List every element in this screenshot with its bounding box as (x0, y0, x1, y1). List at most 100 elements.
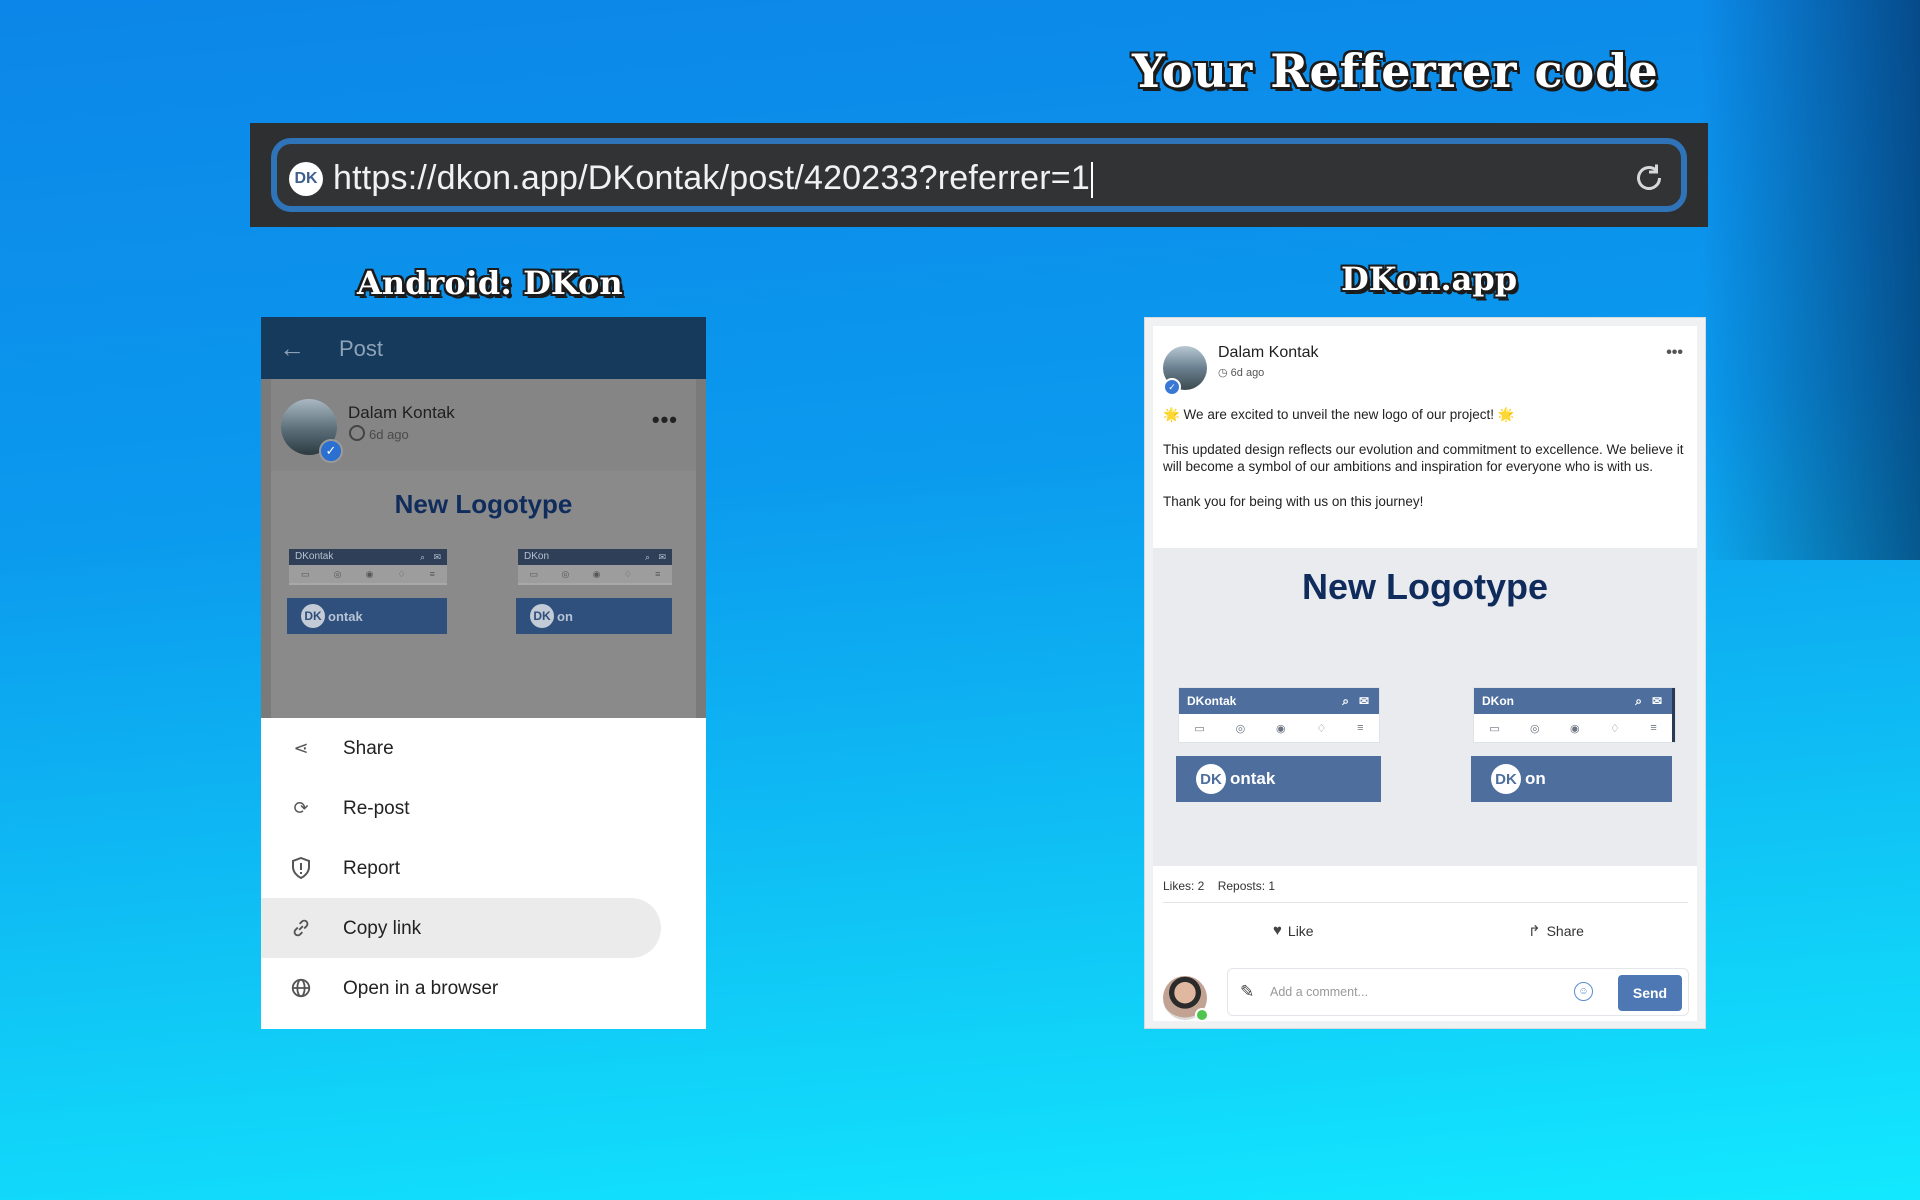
search-icon: ⌕ (419, 552, 425, 562)
brand-suffix: on (1525, 769, 1546, 788)
mini-app-preview-dkon: DKon ⌕ ✉ ▭ ◎ ◉ ♢ ≡ (518, 549, 672, 585)
brand-logo-dkon: DK on (516, 598, 672, 634)
mini-app-preview-dkon: DKon ⌕ ✉ ▭ ◎ ◉ ♢ ≡ (1474, 688, 1675, 742)
send-button[interactable]: Send (1618, 975, 1682, 1011)
search-icon: ⌕ (644, 552, 650, 562)
arrow-left-icon[interactable]: ← (279, 333, 305, 364)
post-text: 🌟 We are excited to unveil the new logo … (1163, 406, 1688, 527)
brand-logo-dkon: DK on (1471, 756, 1672, 802)
web-screenshot: ✓ Dalam Kontak ◷ 6d ago ••• 🌟 We are exc… (1144, 317, 1706, 1029)
android-screenshot: ← Post ✓ Dalam Kontak 6d ago ••• New Log… (261, 317, 706, 1029)
like-label: Like (1287, 922, 1314, 939)
dk-badge-icon: DK (530, 604, 554, 628)
report-shield-icon (289, 856, 313, 880)
likes-count: Likes: 2 (1163, 879, 1205, 893)
mail-icon: ✉ (433, 552, 441, 562)
mini-app-bar: DKon ⌕ ✉ (518, 549, 672, 565)
like-button[interactable]: ♥ Like (1273, 922, 1314, 939)
post-paragraph: This updated design reflects our evoluti… (1163, 441, 1684, 475)
android-app-bar: ← Post (261, 317, 706, 379)
divider (1163, 902, 1688, 903)
post-time: ◷ 6d ago (1218, 366, 1264, 379)
referrer-code-heading: Your Refferrer code (1132, 44, 1659, 98)
verified-check-icon: ✓ (1163, 378, 1181, 396)
browser-address-bar-area: DK https://dkon.app/DKontak/post/420233?… (250, 123, 1708, 227)
menu-item-share[interactable]: ⋖ Share (261, 718, 706, 778)
mini-app-bar: DKon ⌕ ✉ (1474, 688, 1672, 714)
brand-logo-dkontak: DK ontak (287, 598, 447, 634)
web-heading: DKon.app (1341, 260, 1518, 298)
brand-logo-dkontak: DK ontak (1176, 756, 1381, 802)
brand-suffix: on (557, 608, 573, 624)
mini-app-bar-label: DKon (524, 551, 550, 562)
menu-item-copy-link[interactable]: Copy link (261, 898, 661, 958)
author-name[interactable]: Dalam Kontak (1218, 344, 1319, 362)
post-card: ✓ Dalam Kontak ◷ 6d ago ••• 🌟 We are exc… (1153, 326, 1697, 1022)
reposts-count: Reposts: 1 (1217, 879, 1276, 893)
search-icon: ⌕ (1635, 694, 1642, 708)
mail-icon: ✉ (1358, 694, 1369, 708)
repost-icon: ⟳ (293, 797, 309, 818)
reload-icon[interactable] (1631, 160, 1667, 196)
mini-app-bar-label: DKontak (295, 551, 334, 562)
background-shade (1700, 0, 1920, 560)
brand-suffix: ontak (328, 608, 363, 624)
verified-check-icon: ✓ (319, 439, 343, 463)
dk-badge-icon: DK (1491, 764, 1521, 794)
share-label: Share (1546, 923, 1584, 939)
post-time: 6d ago (369, 427, 409, 442)
share-icon: ⋖ (293, 737, 309, 758)
heart-icon: ♥ (1273, 922, 1282, 939)
more-options-icon[interactable]: ••• (1666, 344, 1683, 362)
mail-icon: ✉ (1651, 694, 1662, 708)
pencil-icon: ✎ (1240, 982, 1255, 1001)
clock-icon: ◷ (1218, 367, 1231, 379)
post-image-title: New Logotype (394, 489, 573, 519)
post-header: ✓ Dalam Kontak 6d ago ••• (271, 379, 696, 471)
online-status-dot (1195, 1008, 1209, 1022)
menu-item-label: Share (343, 738, 394, 759)
globe-icon (289, 976, 313, 1000)
menu-item-repost[interactable]: ⟳ Re-post (261, 778, 706, 838)
post-time-text: 6d ago (1230, 367, 1265, 379)
post-image-title: New Logotype (1301, 566, 1548, 607)
site-logo-icon: DK (289, 162, 323, 196)
mini-tab-row: ▭ ◎ ◉ ♢ ≡ (1179, 714, 1379, 742)
post-stats: Likes: 2 Reposts: 1 (1163, 879, 1285, 893)
menu-item-label: Report (343, 858, 401, 879)
search-icon: ⌕ (1342, 694, 1349, 708)
mini-app-preview-dkontak: DKontak ⌕ ✉ ▭ ◎ ◉ ♢ ≡ (1179, 688, 1379, 742)
menu-item-report[interactable]: Report (261, 838, 706, 898)
share-button[interactable]: ↱ Share (1528, 922, 1584, 940)
dk-badge-icon: DK (1196, 764, 1226, 794)
menu-item-open-browser[interactable]: Open in a browser (261, 958, 706, 1018)
mini-app-bar-label: DKontak (1187, 694, 1237, 708)
comment-field[interactable]: ✎ Add a comment... ☺ Send (1227, 968, 1689, 1016)
mini-tab-row: ▭ ◎ ◉ ♢ ≡ (1474, 714, 1672, 742)
author-name[interactable]: Dalam Kontak (348, 403, 455, 423)
post-image[interactable]: New Logotype DKontak ⌕ ✉ ▭ ◎ ◉ ♢ ≡ DK ontak … (1153, 548, 1697, 866)
share-arrow-icon: ↱ (1528, 923, 1541, 940)
address-bar[interactable]: DK https://dkon.app/DKontak/post/420233?… (271, 138, 1687, 212)
comment-placeholder[interactable]: Add a comment... (1270, 985, 1368, 999)
mail-icon: ✉ (658, 552, 666, 562)
mini-tab-row: ▭ ◎ ◉ ♢ ≡ (518, 565, 672, 583)
menu-item-label: Re-post (343, 798, 410, 819)
bottom-sheet-menu: ⋖ Share ⟳ Re-post Report Copy link Open … (261, 718, 706, 1029)
mini-tab-row: ▭ ◎ ◉ ♢ ≡ (289, 565, 447, 583)
menu-item-label: Copy link (343, 918, 422, 939)
mini-app-bar: DKontak ⌕ ✉ (289, 549, 447, 565)
post-paragraph: 🌟 We are excited to unveil the new logo … (1163, 407, 1515, 422)
link-icon (289, 916, 313, 940)
more-options-icon[interactable]: ••• (652, 407, 678, 433)
emoji-icon[interactable]: ☺ (1574, 982, 1593, 1001)
dk-badge-icon: DK (301, 604, 325, 628)
mini-app-bar: DKontak ⌕ ✉ (1179, 688, 1379, 714)
app-bar-title: Post (339, 336, 384, 361)
menu-item-label: Open in a browser (343, 978, 499, 999)
android-heading: Android: DKon (357, 264, 623, 302)
brand-suffix: ontak (1230, 769, 1276, 788)
url-text[interactable]: https://dkon.app/DKontak/post/420233?ref… (333, 159, 1093, 198)
mini-app-bar-label: DKon (1482, 694, 1514, 708)
post-paragraph: Thank you for being with us on this jour… (1163, 493, 1424, 509)
